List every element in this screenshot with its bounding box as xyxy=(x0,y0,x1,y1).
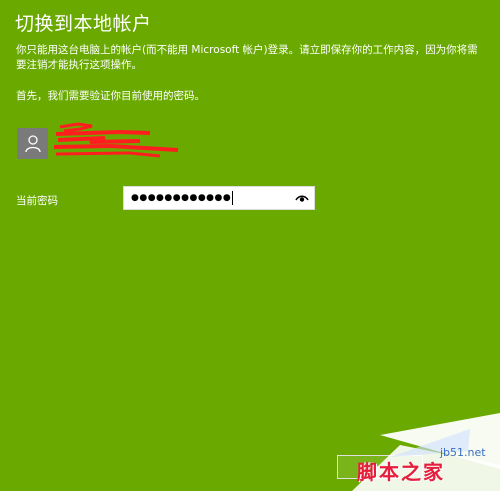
redacted-account-name xyxy=(53,122,179,158)
user-icon xyxy=(24,134,41,152)
page-description: 你只能用这台电脑上的帐户(而不能用 Microsoft 帐户)登录。请立即保存你… xyxy=(16,44,478,71)
watermark-text: 脚本之家 xyxy=(357,460,445,484)
verify-prompt: 首先，我们需要验证你目前使用的密码。 xyxy=(16,90,205,102)
avatar xyxy=(17,128,48,159)
reveal-password-button[interactable] xyxy=(294,190,310,206)
password-field[interactable]: ●●●●●●●●●●●● xyxy=(123,186,315,210)
password-label: 当前密码 xyxy=(16,195,58,207)
watermark-site: jb51.net xyxy=(440,446,486,459)
page-title: 切换到本地帐户 xyxy=(15,13,152,35)
password-value: ●●●●●●●●●●●● xyxy=(131,193,232,203)
eye-icon xyxy=(295,195,309,202)
text-caret xyxy=(232,191,234,205)
